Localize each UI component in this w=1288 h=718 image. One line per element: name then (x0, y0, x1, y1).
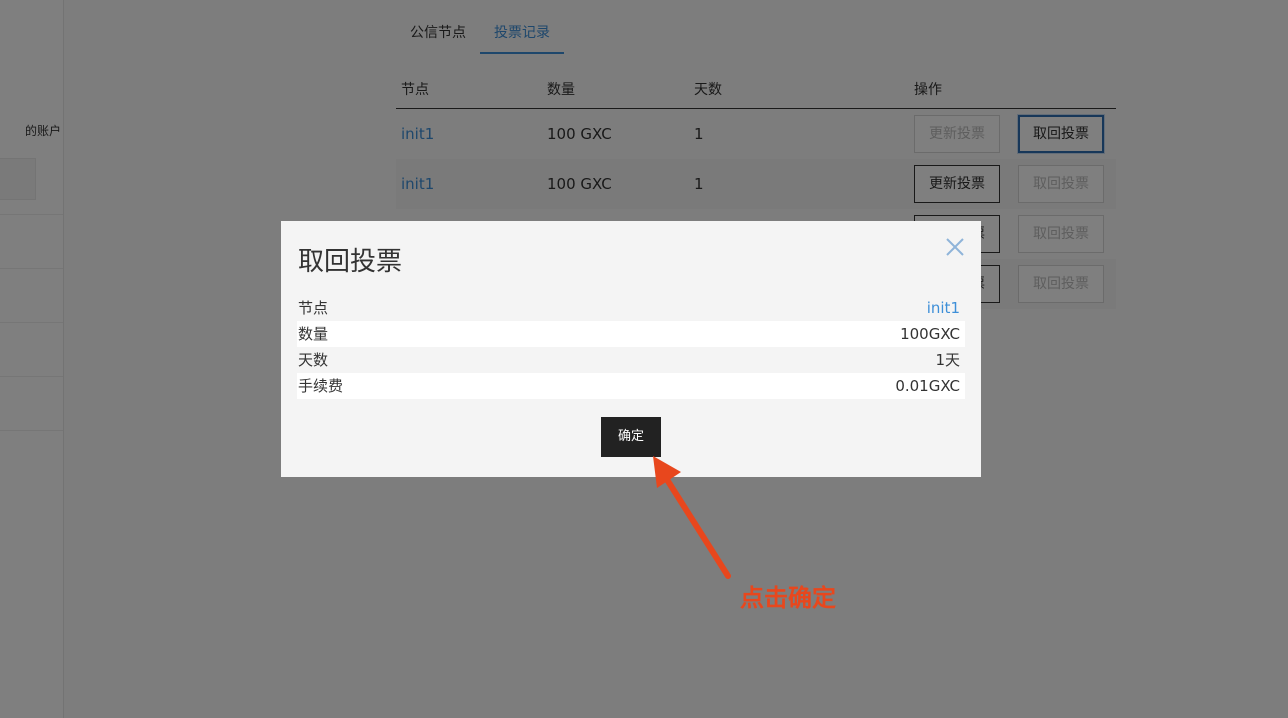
withdraw-vote-dialog: 取回投票 节点 init1 数量 100GXC 天数 1天 手续费 0.01GX… (281, 221, 981, 477)
detail-row-fee: 手续费 0.01GXC (297, 373, 965, 399)
detail-value[interactable]: init1 (927, 295, 960, 321)
close-icon[interactable] (945, 237, 965, 257)
confirm-button[interactable]: 确定 (601, 417, 661, 457)
detail-row-amount: 数量 100GXC (297, 321, 965, 347)
detail-label: 节点 (298, 299, 329, 317)
annotation-text: 点击确定 (740, 584, 836, 612)
detail-label: 数量 (298, 325, 329, 343)
dialog-title: 取回投票 (298, 247, 403, 277)
detail-value: 0.01GXC (895, 377, 960, 395)
detail-value: 1天 (935, 351, 960, 369)
detail-value: 100GXC (900, 325, 960, 343)
detail-row-days: 天数 1天 (297, 347, 965, 373)
vote-details: 节点 init1 数量 100GXC 天数 1天 手续费 0.01GXC (297, 295, 965, 399)
detail-label: 手续费 (298, 377, 344, 395)
detail-label: 天数 (298, 351, 329, 369)
detail-row-node: 节点 init1 (297, 295, 965, 321)
